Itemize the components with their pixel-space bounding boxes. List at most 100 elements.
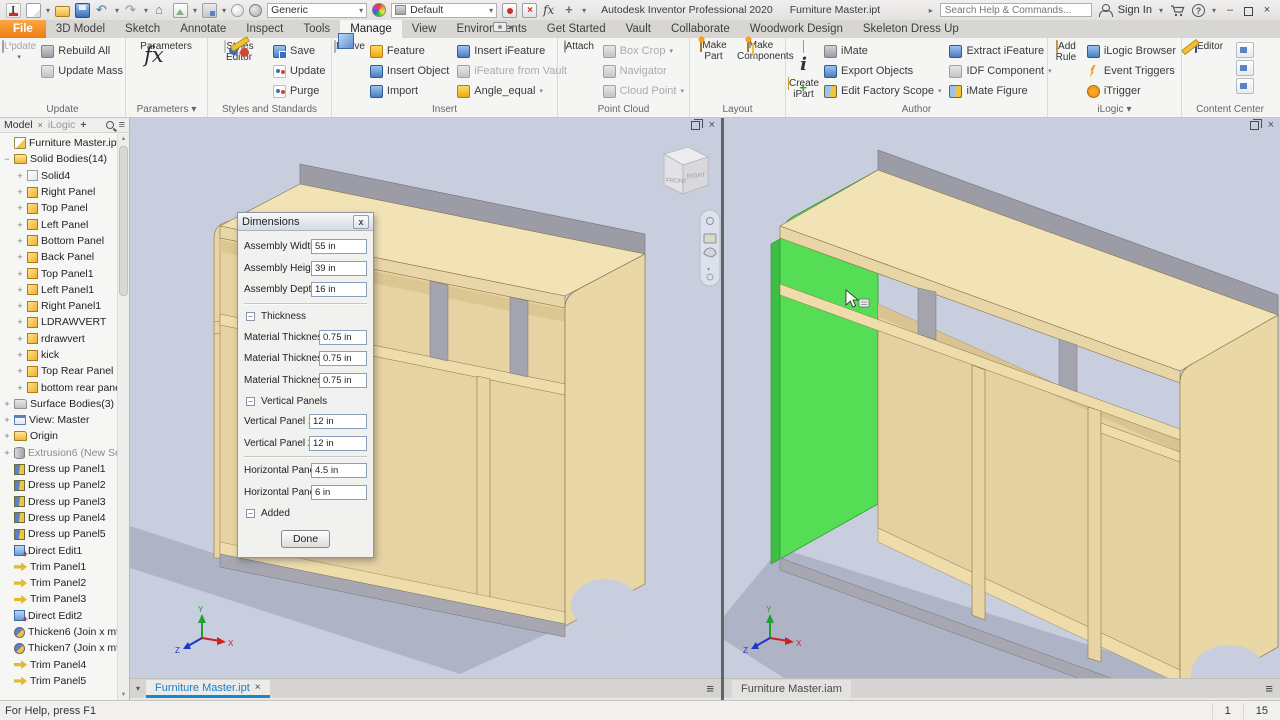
viewport-right-restore-icon[interactable]: [1250, 121, 1259, 130]
idf-component-button[interactable]: IDF Component▾: [946, 61, 1054, 81]
nav-pan-icon[interactable]: [704, 234, 716, 243]
tree-item[interactable]: Trim Panel4: [0, 657, 117, 673]
tree-item[interactable]: Dress up Panel5: [0, 526, 117, 542]
undo-caret[interactable]: ▾: [115, 6, 119, 15]
tree-item[interactable]: + bottom rear panel: [0, 379, 117, 395]
ribbon-tab[interactable]: Get Started: [537, 20, 616, 38]
browser-tab-ilogic[interactable]: iLogic: [48, 119, 75, 131]
styles-update-button[interactable]: Update: [270, 61, 328, 81]
ribbon-tab[interactable]: Sketch: [115, 20, 170, 38]
collapse-icon[interactable]: −: [246, 397, 255, 406]
field-input[interactable]: 39 in: [311, 261, 367, 276]
tree-item[interactable]: − Solid Bodies(14): [0, 151, 117, 167]
tree-item[interactable]: + kick: [0, 347, 117, 363]
left-viewport-canvas[interactable]: FRONT RIGHT ▾ Y X Z: [130, 118, 721, 678]
tree-expander[interactable]: −: [3, 154, 11, 164]
tree-item[interactable]: Trim Panel2: [0, 575, 117, 591]
tree-item[interactable]: Dress up Panel2: [0, 477, 117, 493]
tree-expander[interactable]: +: [16, 171, 24, 181]
new-file-caret[interactable]: ▾: [46, 6, 50, 15]
create-ipart-button[interactable]: Create iPart: [788, 40, 819, 100]
save-icon[interactable]: [75, 3, 90, 18]
cloud-point-button[interactable]: Cloud Point▾: [600, 81, 687, 101]
group-label-parameters[interactable]: Parameters▾: [126, 102, 207, 117]
ribbon-tab[interactable]: Environments: [446, 20, 536, 38]
material-combo[interactable]: Generic▾: [267, 3, 367, 18]
redo-icon[interactable]: [124, 3, 139, 18]
fx-parameters-icon[interactable]: [542, 3, 557, 18]
tree-item[interactable]: + Surface Bodies(3): [0, 396, 117, 412]
tree-item[interactable]: Direct Edit1: [0, 542, 117, 558]
visibility-off-icon[interactable]: [522, 3, 537, 18]
search-input[interactable]: [940, 3, 1092, 17]
ifeature-from-vault-button[interactable]: iFeature from Vault: [454, 61, 570, 81]
make-components-button[interactable]: Make Components: [737, 40, 783, 62]
sign-in-caret[interactable]: ▾: [1159, 6, 1163, 15]
field-input[interactable]: 0.75 in: [319, 330, 367, 345]
redo-caret[interactable]: ▾: [144, 6, 148, 15]
viewport-divider[interactable]: [721, 118, 724, 700]
tree-expander[interactable]: +: [16, 269, 24, 279]
tree-item[interactable]: + Solid4: [0, 168, 117, 184]
browser-scrollbar-thumb[interactable]: [119, 146, 128, 296]
image-caret[interactable]: ▾: [193, 6, 197, 15]
viewport-restore-icon[interactable]: [691, 121, 700, 130]
inventor-logo-icon[interactable]: [6, 3, 21, 18]
tree-item[interactable]: Trim Panel5: [0, 673, 117, 689]
field-input[interactable]: 12 in: [309, 436, 367, 451]
event-triggers-button[interactable]: Event Triggers: [1084, 61, 1179, 81]
tree-expander[interactable]: +: [16, 203, 24, 213]
tabbar-right-menu-icon[interactable]: ≡: [1265, 681, 1280, 696]
help-icon[interactable]: ?: [1192, 4, 1205, 17]
tree-item[interactable]: + rdrawvert: [0, 331, 117, 347]
attach-button[interactable]: Attach: [560, 40, 598, 52]
ilogic-browser-button[interactable]: iLogic Browser: [1084, 41, 1179, 61]
web-sphere-icon[interactable]: [249, 4, 262, 17]
tree-expander[interactable]: +: [3, 448, 11, 458]
field-input[interactable]: 16 in: [311, 282, 367, 297]
ui-switcher[interactable]: ▾: [493, 22, 514, 32]
derive-button[interactable]: Derive: [334, 40, 365, 52]
tree-expander[interactable]: +: [16, 383, 24, 393]
ribbon-tab[interactable]: Tools: [293, 20, 340, 38]
tree-expander[interactable]: +: [16, 366, 24, 376]
tree-item[interactable]: Trim Panel1: [0, 559, 117, 575]
ribbon-tab[interactable]: Inspect: [236, 20, 293, 38]
tree-expander[interactable]: +: [3, 431, 11, 441]
section-added[interactable]: −Added: [244, 503, 367, 523]
tree-expander[interactable]: +: [16, 334, 24, 344]
tabbar-menu-icon[interactable]: ≡: [706, 681, 721, 696]
tree-item[interactable]: + View: Master: [0, 412, 117, 428]
tree-item[interactable]: + Right Panel1: [0, 298, 117, 314]
cabinet-right-side-panel[interactable]: [1180, 315, 1278, 678]
tree-expander[interactable]: +: [16, 220, 24, 230]
navigator-button[interactable]: Navigator: [600, 61, 687, 81]
content-center-mini-button-1[interactable]: [1236, 42, 1254, 58]
viewcube-front-label[interactable]: FRONT: [666, 178, 687, 185]
view-cube[interactable]: FRONT RIGHT: [664, 147, 708, 194]
field-input[interactable]: 4.5 in: [311, 463, 367, 478]
tree-item[interactable]: + Left Panel: [0, 216, 117, 232]
tree-item[interactable]: Furniture Master.ipt: [0, 135, 117, 151]
undo-icon[interactable]: [95, 3, 110, 18]
tree-item[interactable]: + Back Panel: [0, 249, 117, 265]
tree-expander[interactable]: +: [3, 415, 11, 425]
ribbon-tab[interactable]: Skeleton Dress Up: [853, 20, 969, 38]
tree-expander[interactable]: +: [16, 317, 24, 327]
open-file-icon[interactable]: [55, 6, 70, 17]
ribbon-tab[interactable]: Woodwork Design: [740, 20, 853, 38]
scroll-down-icon[interactable]: ▼: [118, 692, 129, 698]
extract-ifeature-button[interactable]: Extract iFeature: [946, 41, 1054, 61]
tree-item[interactable]: + Top Panel1: [0, 265, 117, 281]
tree-expander[interactable]: +: [16, 285, 24, 295]
tree-item[interactable]: + Bottom Panel: [0, 233, 117, 249]
tree-expander[interactable]: +: [3, 399, 11, 409]
tree-item[interactable]: + Top Panel: [0, 200, 117, 216]
viewport-left[interactable]: FRONT RIGHT ▾ Y X Z ×: [130, 118, 721, 678]
tree-expander[interactable]: +: [16, 187, 24, 197]
image-icon[interactable]: [173, 3, 188, 18]
tree-expander[interactable]: +: [16, 301, 24, 311]
sign-in-button[interactable]: Sign In: [1118, 4, 1152, 16]
close-button[interactable]: ×: [1260, 4, 1274, 16]
browser-scrollbar[interactable]: ▲ ▼: [117, 134, 129, 700]
